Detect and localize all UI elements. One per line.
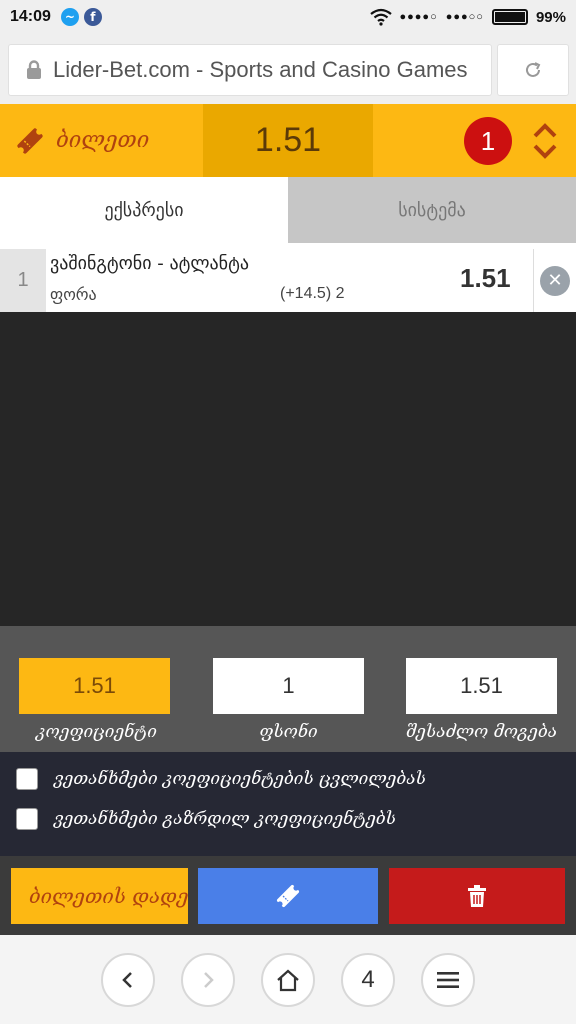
accept-changes-checkbox[interactable] (16, 768, 38, 790)
bet-row: 1 ვაშინგტონი - ატლანტა ფორა (+14.5) 2 1.… (0, 249, 576, 312)
forward-button[interactable] (181, 953, 235, 1007)
battery-icon (491, 9, 528, 25)
ticket-header: ბილეთი 1.51 1 (0, 104, 576, 177)
accept-changes-row[interactable]: ვეთანხმები კოეფიციენტების ცვლილებას (16, 768, 426, 790)
url-field[interactable]: Lider-Bet.com - Sports and Casino Games (8, 44, 492, 96)
save-ticket-button[interactable] (198, 868, 378, 924)
back-button[interactable] (101, 953, 155, 1007)
battery-percent: 99% (535, 8, 566, 26)
confirmations: ვეთანხმები კოეფიციენტების ცვლილებას ვეთა… (0, 752, 576, 856)
menu-button[interactable] (421, 953, 475, 1007)
ticket-icon (17, 127, 43, 154)
bet-market: ფორა (50, 285, 97, 304)
accept-changes-label: ვეთანხმები კოეფიციენტების ცვლილებას (54, 769, 426, 789)
delete-ticket-button[interactable] (389, 868, 565, 924)
wifi-icon (369, 8, 392, 26)
chevron-right-icon (204, 972, 214, 988)
status-time: 14:09 (10, 8, 51, 25)
ticket-summary: 1.51 1 1.51 კოეფიციენტი ფსონი შესაძლო მო… (0, 626, 576, 752)
facebook-app-icon: f (83, 8, 102, 26)
accept-increased-row[interactable]: ვეთანხმები გაზრდილ კოეფიციენტებს (16, 808, 396, 830)
chevron-left-icon (122, 972, 132, 988)
ticket-empty-area (0, 312, 576, 626)
reload-button[interactable] (497, 44, 569, 96)
stake-input[interactable]: 1 (213, 658, 364, 714)
home-icon (277, 969, 299, 992)
ticket-icon (276, 884, 300, 908)
remove-bet-button[interactable]: ✕ (533, 249, 576, 312)
lock-icon (27, 60, 41, 79)
ticket-label: ბილეთი (56, 128, 150, 153)
ticket-total-odds: 1.51 (203, 104, 373, 177)
browser-nav-bar: 4 (0, 935, 576, 1024)
ticket-count-badge: 1 (464, 117, 512, 165)
status-right: ●●●●○ ●●●○○ 99% (369, 8, 566, 26)
reload-icon (526, 62, 541, 77)
hamburger-menu-icon (437, 972, 459, 988)
page: 14:09 ~ f ●●●●○ ●●●○○ 99% Lider-Bet.com … (0, 0, 576, 1024)
ticket-title[interactable]: ბილეთი (0, 104, 203, 177)
close-icon: ✕ (540, 265, 570, 296)
bet-number: 1 (0, 249, 46, 312)
bet-match-name: ვაშინგტონი - ატლანტა (50, 253, 249, 274)
browser-address-bar: Lider-Bet.com - Sports and Casino Games (0, 34, 576, 104)
tab-system[interactable]: სისტემა (288, 177, 576, 243)
bet-odds: 1.51 (460, 263, 511, 293)
trash-icon (468, 885, 486, 907)
accept-increased-checkbox[interactable] (16, 808, 38, 830)
messenger-app-icon: ~ (60, 8, 79, 26)
total-odds-box: 1.51 (19, 658, 170, 714)
bet-pick: (+14.5) 2 (280, 285, 345, 302)
possible-win-box: 1.51 (406, 658, 557, 714)
signal-strength-2-icon: ●●●○○ (445, 11, 484, 23)
possible-win-label: შესაძლო მოგება (405, 722, 558, 742)
page-url: Lider-Bet.com - Sports and Casino Games (53, 57, 468, 82)
tabs-count-button[interactable]: 4 (341, 953, 395, 1007)
chevron-up-down-icon (533, 123, 557, 159)
signal-strength-icon: ●●●●○ (399, 11, 438, 23)
place-ticket-button[interactable]: ბილეთის დადება (11, 868, 188, 924)
accept-increased-label: ვეთანხმები გაზრდილ კოეფიციენტებს (54, 809, 396, 829)
home-button[interactable] (261, 953, 315, 1007)
total-odds-label: კოეფიციენტი (36, 722, 157, 742)
ticket-actions: ბილეთის დადება (0, 856, 576, 935)
status-bar: 14:09 ~ f ●●●●○ ●●●○○ 99% (0, 0, 576, 34)
expand-collapse-button[interactable] (526, 118, 564, 164)
stake-label: ფსონი (259, 722, 318, 742)
tab-express[interactable]: ექსპრესი (0, 177, 288, 243)
bet-type-tabs: ექსპრესი სისტემა (0, 177, 576, 243)
